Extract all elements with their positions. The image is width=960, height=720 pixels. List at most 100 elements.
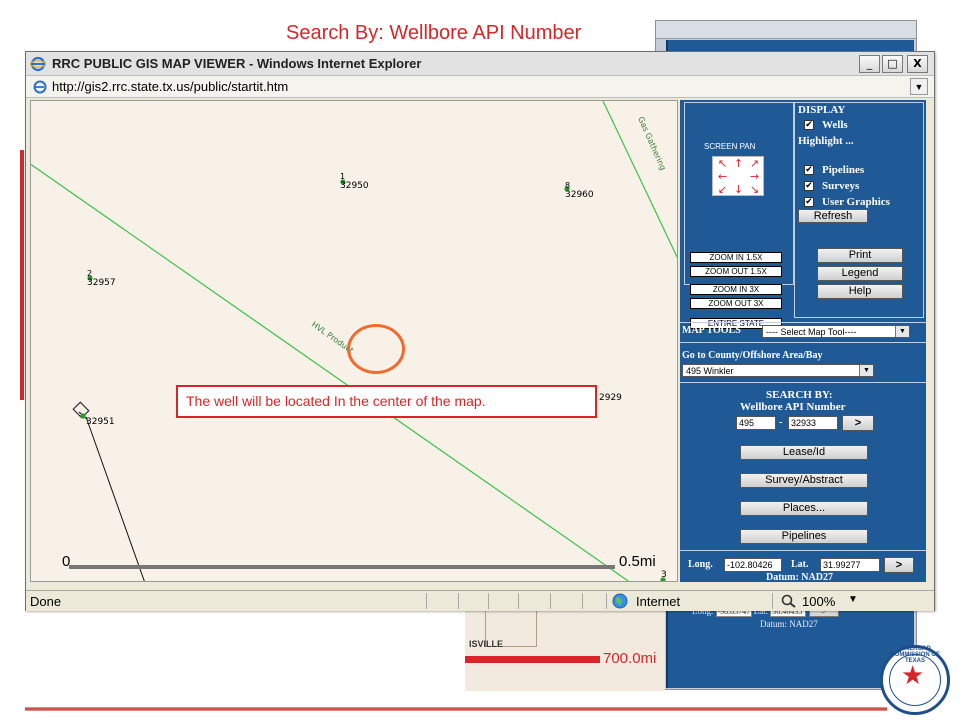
page-icon (33, 80, 47, 94)
display-label: DISPLAY (798, 104, 846, 116)
well-dot (80, 413, 86, 419)
security-zone-label: Internet (636, 594, 681, 609)
window-titlebar: RRC PUBLIC GIS MAP VIEWER - Windows Inte… (26, 52, 934, 76)
zoom-out-1-5x-button[interactable]: ZOOM OUT 1.5X (690, 266, 782, 277)
background-window-titlebar (656, 21, 916, 39)
panel-divider (680, 382, 926, 383)
status-separator (458, 593, 459, 609)
well-label: 32951 (86, 417, 115, 427)
well-label: 8 32960 (565, 181, 594, 200)
well-label: 2 32957 (87, 269, 116, 288)
lat-label: Lat. (791, 559, 809, 570)
datum-label: Datum: NAD27 (766, 572, 833, 583)
rrc-seal-logo: RAILROAD COMMISSION OF TEXAS ★ (880, 645, 950, 715)
address-bar: http://gis2.rrc.state.tx.us/public/start… (26, 76, 934, 98)
pan-southeast-icon[interactable]: ↘ (747, 184, 762, 195)
user-graphics-checkbox[interactable]: ✔ (804, 197, 814, 207)
zoom-in-1-5x-button[interactable]: ZOOM IN 1.5X (690, 252, 782, 263)
long-label: Long. (688, 559, 713, 570)
pan-south-icon[interactable]: ↓ (731, 184, 746, 195)
screen-pan-label: SCREEN PAN (704, 142, 756, 151)
pipelines-search-button[interactable]: Pipelines (740, 529, 868, 544)
left-accent-bar (20, 150, 24, 400)
pipelines-label: Pipelines (822, 164, 865, 176)
star-icon: ★ (901, 660, 925, 690)
map-tools-value: ---- Select Map Tool---- (766, 327, 857, 337)
zoom-in-3x-button[interactable]: ZOOM IN 3X (690, 284, 782, 295)
url-field[interactable]: http://gis2.rrc.state.tx.us/public/start… (52, 79, 288, 94)
well-label: 2929 (599, 393, 622, 403)
pan-east-icon[interactable]: → (747, 171, 762, 182)
chevron-down-icon: ▼ (895, 326, 909, 337)
wells-checkbox[interactable]: ✔ (804, 120, 814, 130)
slide-title: Search By: Wellbore API Number (286, 22, 582, 44)
well-label: 3 (661, 570, 667, 580)
status-bar: Done Internet 100% ▼ (26, 590, 934, 611)
panel-divider (680, 322, 926, 323)
legend-button[interactable]: Legend (817, 266, 903, 281)
window-title: RRC PUBLIC GIS MAP VIEWER - Windows Inte… (52, 56, 422, 71)
background-town-label: ISVILLE (469, 639, 504, 649)
pipelines-checkbox[interactable]: ✔ (804, 165, 814, 175)
status-separator (488, 593, 489, 609)
api-dash: - (779, 416, 783, 428)
map-control-panel: SCREEN PAN ↖ ↑ ↗ ← → ↙ ↓ ↘ ZOOM IN 1.5X … (680, 100, 926, 583)
zoom-dropdown-icon[interactable]: ▼ (848, 594, 858, 605)
wells-label: Wells (822, 119, 848, 131)
callout-note: The well will be located In the center o… (176, 385, 597, 418)
goto-county-label: Go to County/Offshore Area/Bay (682, 350, 823, 361)
pan-west-icon[interactable]: ← (715, 171, 730, 182)
county-select[interactable]: 495 Winkler ▼ (682, 364, 874, 377)
print-button[interactable]: Print (817, 248, 903, 263)
api-county-input[interactable]: 495 (736, 416, 776, 430)
zoom-level[interactable]: 100% (802, 594, 835, 609)
pan-northwest-icon[interactable]: ↖ (715, 158, 730, 169)
lat-input[interactable]: 31.99277 (820, 558, 880, 572)
api-search-go-button[interactable]: > (842, 415, 874, 431)
api-number-input[interactable]: 32933 (788, 416, 838, 430)
map-tools-select[interactable]: ---- Select Map Tool---- ▼ (762, 325, 910, 338)
internet-globe-icon (612, 593, 628, 609)
surveys-label: Surveys (822, 180, 860, 192)
pan-arrow-grid: ↖ ↑ ↗ ← → ↙ ↓ ↘ (712, 156, 764, 196)
highlight-label[interactable]: Highlight ... (798, 135, 854, 147)
help-button[interactable]: Help (817, 284, 903, 299)
ie-window: RRC PUBLIC GIS MAP VIEWER - Windows Inte… (25, 51, 935, 611)
lease-id-button[interactable]: Lease/Id (740, 445, 868, 460)
background-map: ISVILLE (465, 605, 665, 691)
background-scale-label: 700.0mi (603, 650, 657, 667)
pan-northeast-icon[interactable]: ↗ (747, 158, 762, 169)
search-by-label: SEARCH BY: (766, 389, 833, 401)
refresh-button[interactable]: Refresh (798, 209, 868, 223)
maximize-button[interactable]: □ (882, 55, 903, 73)
background-scale-bar (465, 656, 600, 663)
county-select-value: 495 Winkler (686, 366, 734, 376)
map-tools-label: MAP TOOLS (682, 325, 741, 336)
surveys-checkbox[interactable]: ✔ (804, 181, 814, 191)
status-separator (606, 593, 607, 609)
chevron-down-icon: ▼ (859, 365, 873, 376)
minimize-button[interactable]: _ (859, 55, 880, 73)
long-input[interactable]: -102.80426 (724, 558, 782, 572)
ie-logo-icon (30, 56, 46, 72)
footer-line (25, 707, 887, 711)
panel-divider (680, 550, 926, 551)
pan-north-icon[interactable]: ↑ (731, 158, 746, 169)
status-separator (426, 593, 427, 609)
close-button[interactable]: X (907, 55, 928, 73)
zoom-out-3x-button[interactable]: ZOOM OUT 3X (690, 298, 782, 309)
wellbore-api-label: Wellbore API Number (740, 401, 846, 413)
status-separator (518, 593, 519, 609)
address-dropdown-button[interactable]: ▼ (910, 78, 928, 95)
well-label: 1 32950 (340, 172, 369, 191)
survey-abstract-button[interactable]: Survey/Abstract (740, 473, 868, 488)
zoom-magnifier-icon[interactable] (781, 594, 797, 608)
status-separator (772, 593, 773, 609)
places-button[interactable]: Places... (740, 501, 868, 516)
scale-bar (69, 565, 615, 569)
pan-southwest-icon[interactable]: ↙ (715, 184, 730, 195)
status-text: Done (30, 594, 62, 609)
coords-go-button[interactable]: > (884, 557, 914, 573)
scale-end-label: 0.5mi (619, 553, 656, 570)
scale-start-label: 0 (62, 553, 71, 570)
